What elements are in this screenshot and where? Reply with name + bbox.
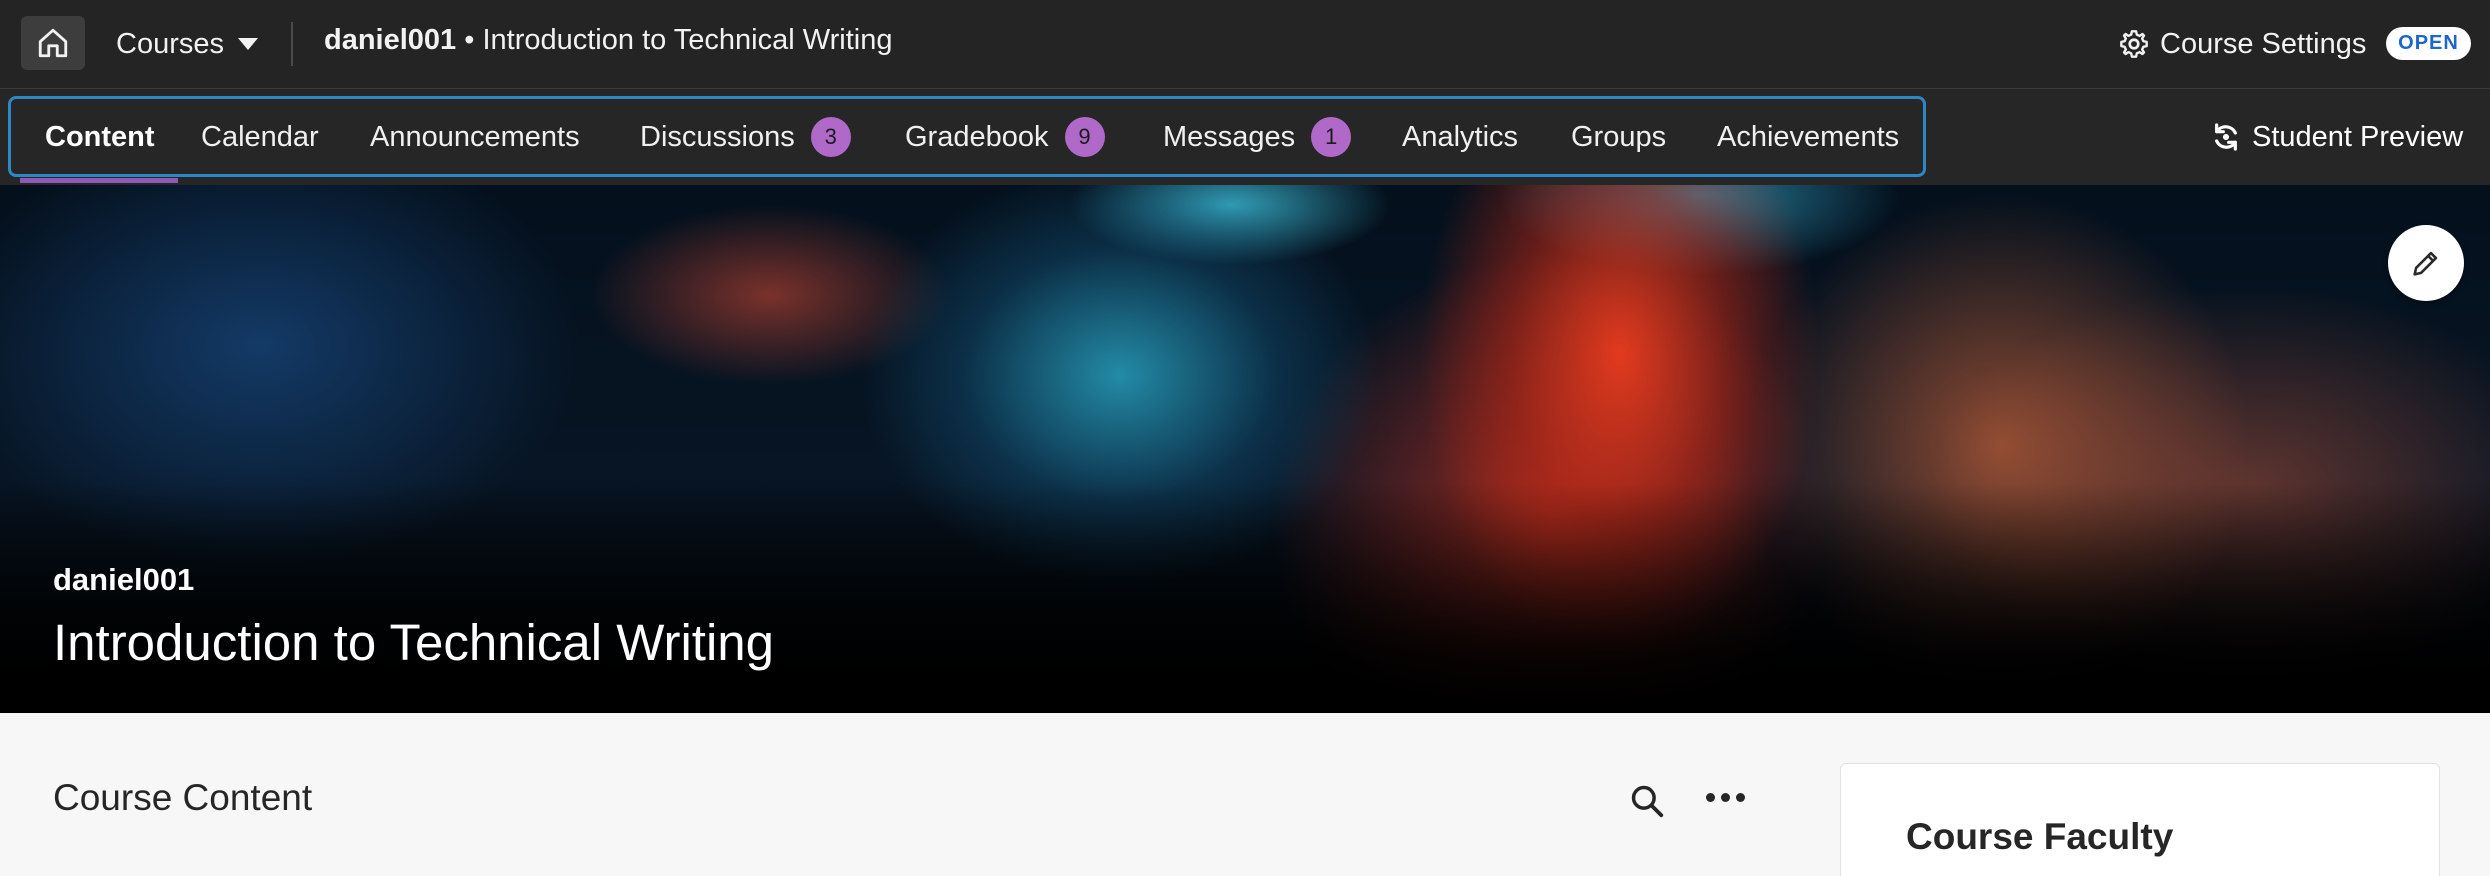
home-icon bbox=[38, 28, 68, 58]
course-name: Introduction to Technical Writing bbox=[482, 24, 893, 56]
tab-label: Groups bbox=[1571, 120, 1667, 153]
search-icon bbox=[1631, 785, 1664, 818]
gear-icon bbox=[2120, 30, 2148, 58]
student-preview-label: Student Preview bbox=[2252, 120, 2464, 153]
divider bbox=[291, 22, 293, 66]
gradebook-count-badge: 9 bbox=[1064, 117, 1105, 157]
more-options-button[interactable] bbox=[1706, 793, 1745, 802]
discussions-count-badge: 3 bbox=[810, 117, 851, 157]
course-nav-tabs: Content Calendar Announcements Discussio… bbox=[0, 89, 2490, 185]
course-status-badge: OPEN bbox=[2386, 27, 2471, 60]
more-dot-icon bbox=[1736, 793, 1745, 802]
course-faculty-heading: Course Faculty bbox=[1906, 816, 2174, 857]
tab-achievements[interactable]: Achievements bbox=[1717, 89, 1899, 185]
tab-messages[interactable]: Messages 1 bbox=[1163, 89, 1352, 185]
course-breadcrumb: daniel001 • Introduction to Technical Wr… bbox=[324, 24, 892, 57]
banner-course-title: Introduction to Technical Writing bbox=[53, 614, 774, 671]
student-preview-button[interactable]: Student Preview bbox=[2210, 89, 2463, 185]
search-content-button[interactable] bbox=[1628, 782, 1666, 825]
course-banner-image: daniel001 Introduction to Technical Writ… bbox=[0, 185, 2490, 713]
caret-down-icon bbox=[238, 38, 258, 50]
banner-course-code: daniel001 bbox=[53, 562, 195, 597]
course-faculty-card: Course Faculty bbox=[1840, 763, 2440, 876]
tab-label: Achievements bbox=[1717, 120, 1900, 153]
pencil-icon bbox=[2413, 251, 2438, 276]
tab-label: Gradebook bbox=[905, 120, 1049, 153]
course-content-heading: Course Content bbox=[53, 777, 313, 818]
tab-label: Calendar bbox=[201, 120, 319, 153]
more-dot-icon bbox=[1706, 793, 1715, 802]
course-code: daniel001 bbox=[324, 24, 457, 56]
course-settings-button[interactable]: Course Settings bbox=[2118, 22, 2366, 66]
courses-dropdown-label: Courses bbox=[116, 27, 224, 60]
tab-announcements[interactable]: Announcements bbox=[370, 89, 580, 185]
refresh-preview-icon bbox=[2215, 123, 2237, 151]
tab-label: Messages bbox=[1163, 120, 1296, 153]
banner-gradient-overlay bbox=[0, 483, 2490, 713]
tab-content[interactable]: Content bbox=[45, 89, 155, 185]
tab-label: Content bbox=[45, 120, 155, 153]
breadcrumb-separator: • bbox=[456, 24, 483, 56]
tab-label: Discussions bbox=[640, 120, 795, 153]
tab-gradebook[interactable]: Gradebook 9 bbox=[905, 89, 1105, 185]
more-dot-icon bbox=[1721, 793, 1730, 802]
home-button[interactable] bbox=[21, 16, 85, 70]
tab-analytics[interactable]: Analytics bbox=[1402, 89, 1518, 185]
course-content-area: Course Content Course Faculty bbox=[0, 713, 2490, 876]
courses-dropdown[interactable]: Courses bbox=[116, 22, 258, 66]
tab-calendar[interactable]: Calendar bbox=[201, 89, 319, 185]
tab-groups[interactable]: Groups bbox=[1571, 89, 1666, 185]
messages-count-badge: 1 bbox=[1311, 117, 1352, 157]
tab-label: Analytics bbox=[1402, 120, 1519, 153]
top-bar: Courses daniel001 • Introduction to Tech… bbox=[0, 0, 2490, 89]
edit-banner-button[interactable] bbox=[2388, 225, 2464, 301]
tab-discussions[interactable]: Discussions 3 bbox=[640, 89, 851, 185]
tab-label: Announcements bbox=[370, 120, 580, 153]
course-settings-label: Course Settings bbox=[2160, 27, 2367, 60]
active-tab-indicator bbox=[20, 178, 178, 183]
